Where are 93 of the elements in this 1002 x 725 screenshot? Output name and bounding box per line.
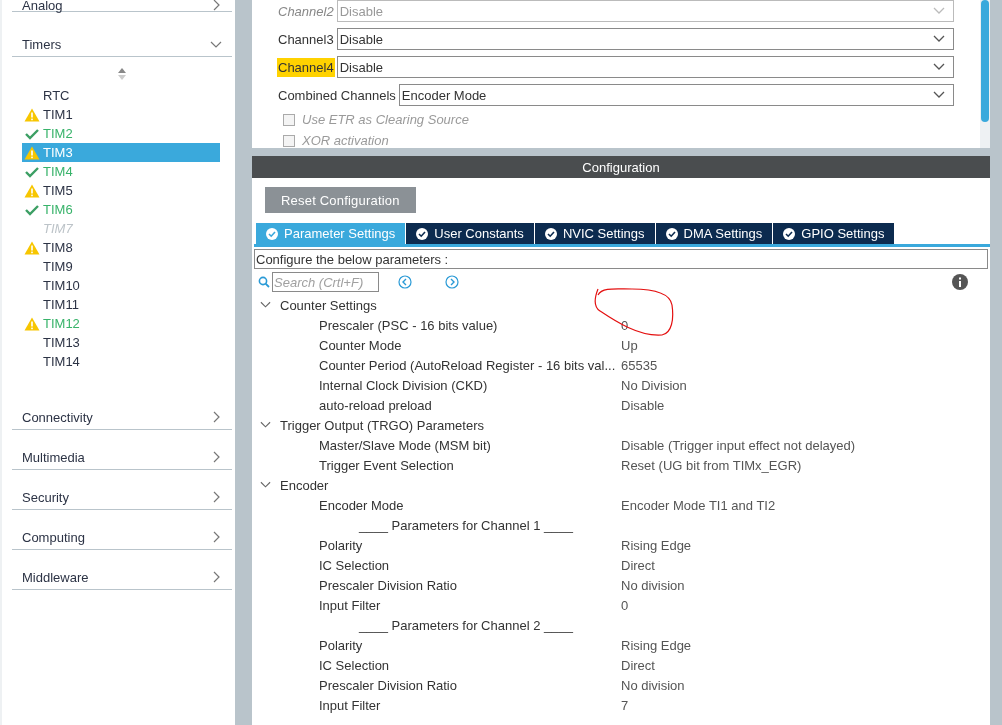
category-label[interactable]: Security bbox=[22, 489, 69, 505]
parameter-name: Master/Slave Mode (MSM bit) bbox=[319, 437, 492, 453]
group-label[interactable]: Encoder bbox=[280, 477, 329, 493]
tab[interactable]: NVIC Settings bbox=[534, 223, 655, 244]
warning-icon bbox=[24, 107, 40, 122]
hint-text: Configure the below parameters : bbox=[254, 249, 988, 269]
chevron-icon[interactable] bbox=[260, 421, 271, 429]
parameter-value[interactable]: Rising Edge bbox=[621, 637, 692, 653]
parameter-name: Counter Period (AutoReload Register - 16 bits val... bbox=[319, 357, 617, 373]
parameter-name: Prescaler (PSC - 16 bits value) bbox=[319, 317, 499, 333]
warning-icon bbox=[24, 240, 40, 255]
check-icon bbox=[24, 164, 40, 179]
parameter-name: Encoder Mode bbox=[319, 497, 405, 513]
field-label: Channel3 bbox=[277, 30, 335, 49]
parameter-name: Prescaler Division Ratio bbox=[319, 677, 458, 693]
chevron-icon[interactable] bbox=[260, 301, 271, 309]
check-circle-icon bbox=[783, 227, 796, 240]
category-label[interactable]: Computing bbox=[22, 529, 85, 545]
parameter-value[interactable]: No Division bbox=[621, 377, 687, 393]
parameter-value[interactable]: Disable (Trigger input effect not delayed) bbox=[621, 437, 856, 453]
subsection-heading: ____ Parameters for Channel 1 ____ bbox=[357, 517, 573, 533]
check-icon bbox=[24, 202, 40, 217]
parameter-name: auto-reload preload bbox=[319, 397, 433, 413]
timer-item[interactable]: TIM1 bbox=[22, 105, 220, 124]
parameter-value[interactable]: Rising Edge bbox=[621, 537, 692, 553]
check-circle-icon bbox=[544, 227, 557, 240]
parameter-value[interactable]: Encoder Mode TI1 and TI2 bbox=[621, 497, 776, 513]
checkbox-label: Use ETR as Clearing Source bbox=[302, 112, 469, 127]
parameter-value[interactable]: 0 bbox=[621, 597, 629, 613]
chevron-icon[interactable] bbox=[933, 63, 945, 71]
field-label: Channel4 bbox=[277, 57, 335, 77]
chevron-icon[interactable] bbox=[933, 35, 945, 43]
checkbox-label: XOR activation bbox=[302, 133, 389, 148]
search-icon[interactable] bbox=[258, 276, 270, 288]
parameter-value[interactable]: No division bbox=[621, 677, 685, 693]
warning-icon bbox=[24, 183, 40, 198]
chevron-icon[interactable] bbox=[260, 481, 271, 489]
panel-header: Configuration bbox=[252, 156, 990, 178]
parameter-name: Input Filter bbox=[319, 597, 382, 613]
field-label: Channel2 bbox=[277, 2, 335, 21]
check-circle-icon bbox=[665, 227, 678, 240]
timer-item[interactable]: TIM5 bbox=[22, 181, 220, 200]
timer-item[interactable]: TIM11 bbox=[22, 295, 220, 314]
parameter-name: Internal Clock Division (CKD) bbox=[319, 377, 489, 393]
timer-item[interactable]: TIM14 bbox=[22, 352, 220, 371]
parameter-value[interactable]: Reset (UG bit from TIMx_EGR) bbox=[621, 457, 802, 473]
dropdown[interactable]: Encoder Mode bbox=[398, 84, 954, 106]
parameter-name: Trigger Event Selection bbox=[319, 457, 455, 473]
parameter-name: IC Selection bbox=[319, 557, 391, 573]
timer-item[interactable]: TIM13 bbox=[22, 333, 220, 352]
category-label[interactable]: Multimedia bbox=[22, 449, 85, 465]
tab[interactable]: GPIO Settings bbox=[773, 223, 895, 244]
info-icon[interactable] bbox=[952, 274, 968, 290]
tab[interactable]: DMA Settings bbox=[655, 223, 773, 244]
parameter-value[interactable]: Disable bbox=[621, 397, 665, 413]
dropdown[interactable]: Disable bbox=[336, 28, 954, 50]
timer-item[interactable]: TIM8 bbox=[22, 238, 220, 257]
category-label[interactable]: Connectivity bbox=[22, 411, 93, 424]
parameter-name: Polarity bbox=[319, 637, 364, 653]
parameter-name: Polarity bbox=[319, 537, 364, 553]
dropdown[interactable]: Disable bbox=[336, 56, 954, 78]
chevron-icon[interactable] bbox=[933, 91, 945, 99]
category-label[interactable]: Timers bbox=[22, 36, 62, 52]
parameter-name: Counter Mode bbox=[319, 337, 403, 353]
sort-icon[interactable] bbox=[117, 68, 127, 80]
parameter-value[interactable]: 65535 bbox=[621, 357, 658, 373]
category-label[interactable]: Analog bbox=[22, 0, 63, 12]
timer-item[interactable]: RTC bbox=[22, 86, 220, 105]
parameter-value[interactable]: No division bbox=[621, 577, 685, 593]
previous-icon[interactable] bbox=[398, 275, 412, 289]
group-label[interactable]: Counter Settings bbox=[280, 297, 377, 313]
search-field[interactable]: Search (Crtl+F) bbox=[272, 272, 379, 292]
subsection-heading: ____ Parameters for Channel 2 ____ bbox=[357, 617, 573, 633]
group-label[interactable]: Trigger Output (TRGO) Parameters bbox=[280, 417, 484, 433]
parameter-value[interactable]: Direct bbox=[621, 557, 655, 573]
parameter-name: IC Selection bbox=[319, 657, 391, 673]
next-icon[interactable] bbox=[445, 275, 459, 289]
check-circle-icon bbox=[266, 227, 278, 240]
category-label[interactable]: Middleware bbox=[22, 569, 89, 585]
parameter-value[interactable]: 7 bbox=[621, 697, 629, 713]
parameter-value[interactable]: Direct bbox=[621, 657, 655, 673]
field-label: Combined Channels bbox=[277, 86, 397, 105]
parameter-name: Input Filter bbox=[319, 697, 382, 713]
tab[interactable]: User Constants bbox=[406, 223, 534, 244]
parameter-value[interactable]: Up bbox=[621, 337, 638, 353]
timer-item[interactable]: TIM10 bbox=[22, 276, 220, 295]
timer-item[interactable]: TIM9 bbox=[22, 257, 220, 276]
warning-icon bbox=[24, 145, 40, 160]
warning-icon bbox=[24, 316, 40, 331]
parameter-name: Prescaler Division Ratio bbox=[319, 577, 458, 593]
check-icon bbox=[24, 126, 40, 141]
scrollbar-thumb[interactable] bbox=[981, 0, 989, 122]
check-circle-icon bbox=[416, 227, 429, 240]
